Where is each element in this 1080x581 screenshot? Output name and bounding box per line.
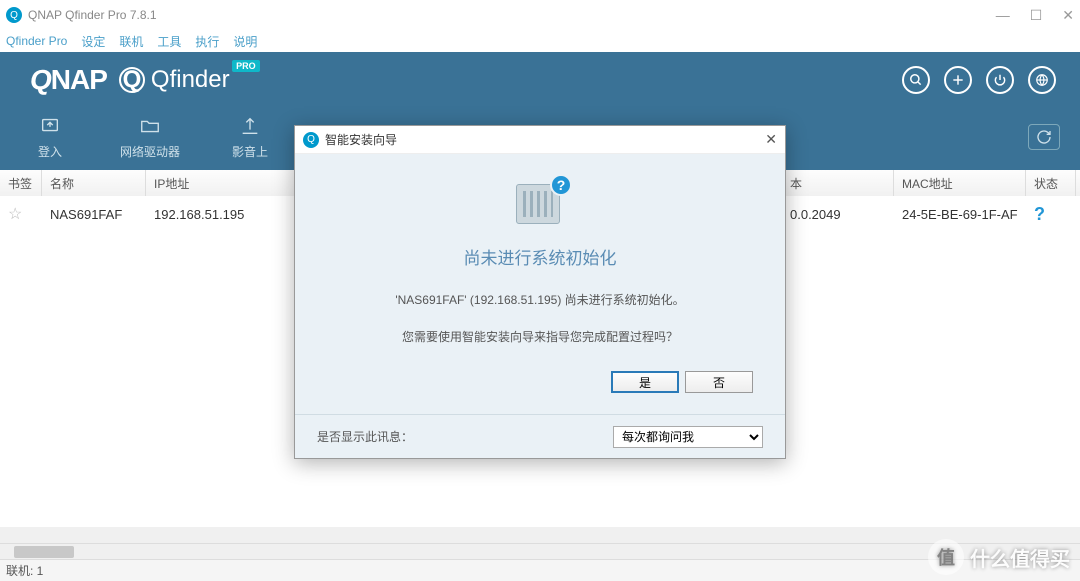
menubar: Qfinder Pro 设定 联机 工具 执行 说明 bbox=[0, 30, 1080, 52]
maximize-button[interactable]: ☐ bbox=[1030, 7, 1043, 24]
menu-settings[interactable]: 设定 bbox=[81, 33, 105, 50]
cell-name: NAS691FAF bbox=[42, 203, 146, 226]
nas-device-icon: ? bbox=[516, 180, 564, 224]
watermark-icon: 值 bbox=[928, 539, 964, 575]
footer-label: 是否显示此讯息： bbox=[317, 428, 413, 445]
dialog-title: 智能安装向导 bbox=[325, 131, 397, 148]
menu-tools[interactable]: 工具 bbox=[157, 33, 181, 50]
scrollbar-thumb[interactable] bbox=[14, 546, 74, 558]
pro-badge: PRO bbox=[232, 60, 260, 72]
watermark: 值 什么值得买 bbox=[928, 539, 1070, 575]
dialog-text-2: 您需要使用智能安装向导来指导您完成配置过程吗？ bbox=[402, 328, 678, 345]
minimize-button[interactable]: — bbox=[996, 7, 1010, 24]
toolbar-login[interactable]: 登入 bbox=[0, 115, 100, 160]
menu-execute[interactable]: 执行 bbox=[195, 33, 219, 50]
globe-icon[interactable] bbox=[1028, 66, 1056, 94]
toolbar-netdrive[interactable]: 网络驱动器 bbox=[100, 115, 200, 160]
status-question-icon[interactable]: ? bbox=[1034, 204, 1045, 225]
dialog-icon: Q bbox=[303, 132, 319, 148]
close-button[interactable]: ✕ bbox=[1062, 7, 1074, 24]
toolbar-label: 网络驱动器 bbox=[120, 143, 180, 160]
qfinder-logo: Q Qfinder PRO bbox=[119, 66, 230, 94]
dialog-text-1: 'NAS691FAF' (192.168.51.195) 尚未进行系统初始化。 bbox=[395, 291, 684, 308]
dialog-heading: 尚未进行系统初始化 bbox=[464, 244, 617, 269]
cell-version: 0.0.2049 bbox=[782, 203, 894, 226]
refresh-icon bbox=[1035, 129, 1053, 145]
window-title: QNAP Qfinder Pro 7.8.1 bbox=[28, 8, 996, 22]
dialog-close-button[interactable]: ✕ bbox=[765, 131, 777, 148]
watermark-text: 什么值得买 bbox=[970, 543, 1070, 572]
horizontal-scrollbar[interactable] bbox=[0, 543, 1080, 559]
power-icon[interactable] bbox=[986, 66, 1014, 94]
refresh-button[interactable] bbox=[1028, 124, 1060, 150]
upload-icon bbox=[237, 115, 263, 137]
folder-icon bbox=[137, 115, 163, 137]
add-icon[interactable] bbox=[944, 66, 972, 94]
dialog-body: ? 尚未进行系统初始化 'NAS691FAF' (192.168.51.195)… bbox=[295, 154, 785, 414]
dialog-titlebar[interactable]: Q 智能安装向导 ✕ bbox=[295, 126, 785, 154]
star-icon[interactable]: ☆ bbox=[8, 204, 22, 224]
dialog-footer: 是否显示此讯息： 每次都询问我 bbox=[295, 414, 785, 458]
qnap-logo: QNAP bbox=[30, 64, 107, 96]
statusbar: 联机: 1 bbox=[0, 559, 1080, 581]
magnifier-icon: Q bbox=[119, 67, 145, 93]
yes-button[interactable]: 是 bbox=[611, 371, 679, 393]
product-name: Qfinder bbox=[151, 66, 230, 94]
th-version[interactable]: 本 bbox=[782, 170, 894, 196]
th-name[interactable]: 名称 bbox=[42, 170, 146, 196]
menu-qfinder[interactable]: Qfinder Pro bbox=[6, 34, 67, 48]
app-icon: Q bbox=[6, 7, 22, 23]
smart-install-dialog: Q 智能安装向导 ✕ ? 尚未进行系统初始化 'NAS691FAF' (192.… bbox=[294, 125, 786, 459]
toolbar-label: 影音上 bbox=[232, 143, 268, 160]
show-message-select[interactable]: 每次都询问我 bbox=[613, 426, 763, 448]
cell-mac: 24-5E-BE-69-1F-AF bbox=[894, 203, 1026, 226]
th-bookmark[interactable]: 书签 bbox=[0, 170, 42, 196]
toolbar-media[interactable]: 影音上 bbox=[200, 115, 300, 160]
search-icon[interactable] bbox=[902, 66, 930, 94]
window-titlebar: Q QNAP Qfinder Pro 7.8.1 — ☐ ✕ bbox=[0, 0, 1080, 30]
menu-connect[interactable]: 联机 bbox=[119, 33, 143, 50]
toolbar-label: 登入 bbox=[38, 143, 62, 160]
status-text: 联机: 1 bbox=[6, 562, 43, 579]
th-status[interactable]: 状态 bbox=[1026, 170, 1076, 196]
login-icon bbox=[37, 115, 63, 137]
question-badge-icon: ? bbox=[550, 174, 572, 196]
no-button[interactable]: 否 bbox=[685, 371, 753, 393]
th-mac[interactable]: MAC地址 bbox=[894, 170, 1026, 196]
menu-help[interactable]: 说明 bbox=[233, 33, 257, 50]
